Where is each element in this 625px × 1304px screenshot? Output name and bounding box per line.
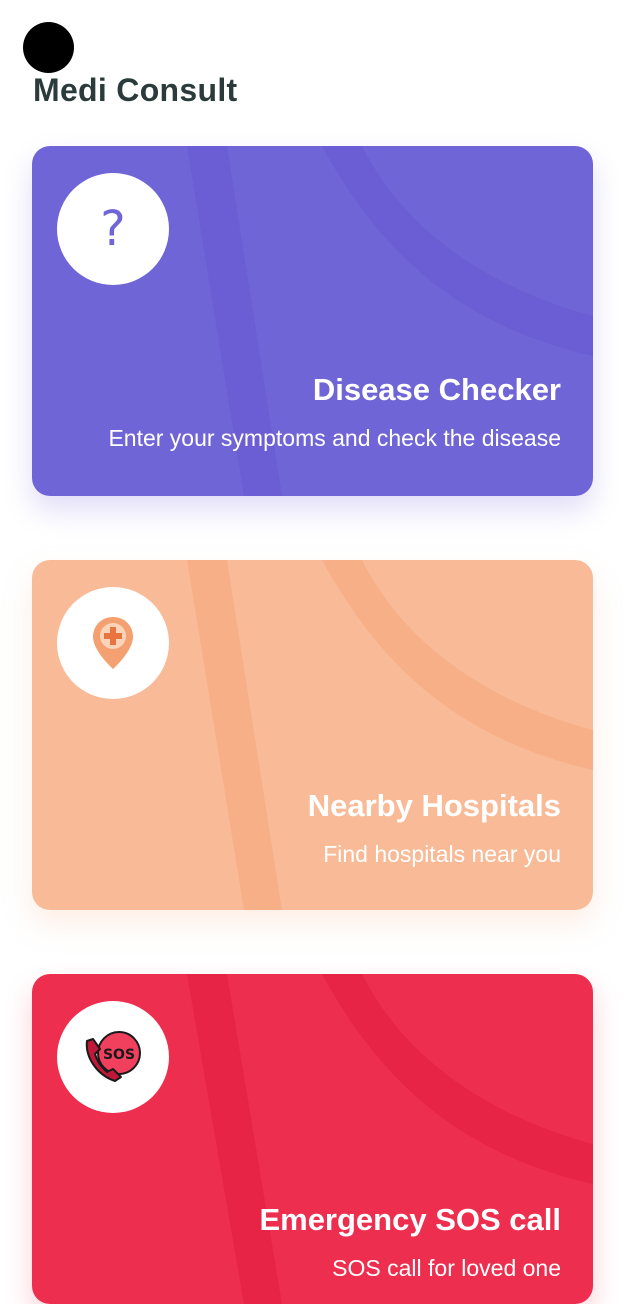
disease-checker-title: Disease Checker [312,372,561,407]
disease-checker-card[interactable]: ? Disease Checker Enter your symptoms an… [32,146,593,496]
app-title: Medi Consult [33,72,238,108]
question-mark-icon: ? [100,201,126,257]
disease-checker-subtitle: Enter your symptoms and check the diseas… [108,425,561,451]
nearby-hospitals-card[interactable]: Nearby Hospitals Find hospitals near you [32,560,593,910]
hospital-location-pin-icon [93,617,133,669]
sos-icon-text: SOS [103,1047,135,1063]
emergency-sos-subtitle: SOS call for loved one [332,1255,561,1281]
emergency-sos-icon-circle: SOS [57,1001,169,1113]
emergency-sos-title: Emergency SOS call [259,1202,561,1237]
nearby-hospitals-icon-circle [57,587,169,699]
nearby-hospitals-subtitle: Find hospitals near you [323,841,561,867]
nearby-hospitals-title: Nearby Hospitals [307,788,561,823]
sos-phone-icon: SOS [85,1031,141,1082]
disease-checker-icon-circle: ? [57,173,169,285]
emergency-sos-card[interactable]: SOS Emergency SOS call SOS call for love… [32,974,593,1304]
camera-cutout [23,22,74,73]
